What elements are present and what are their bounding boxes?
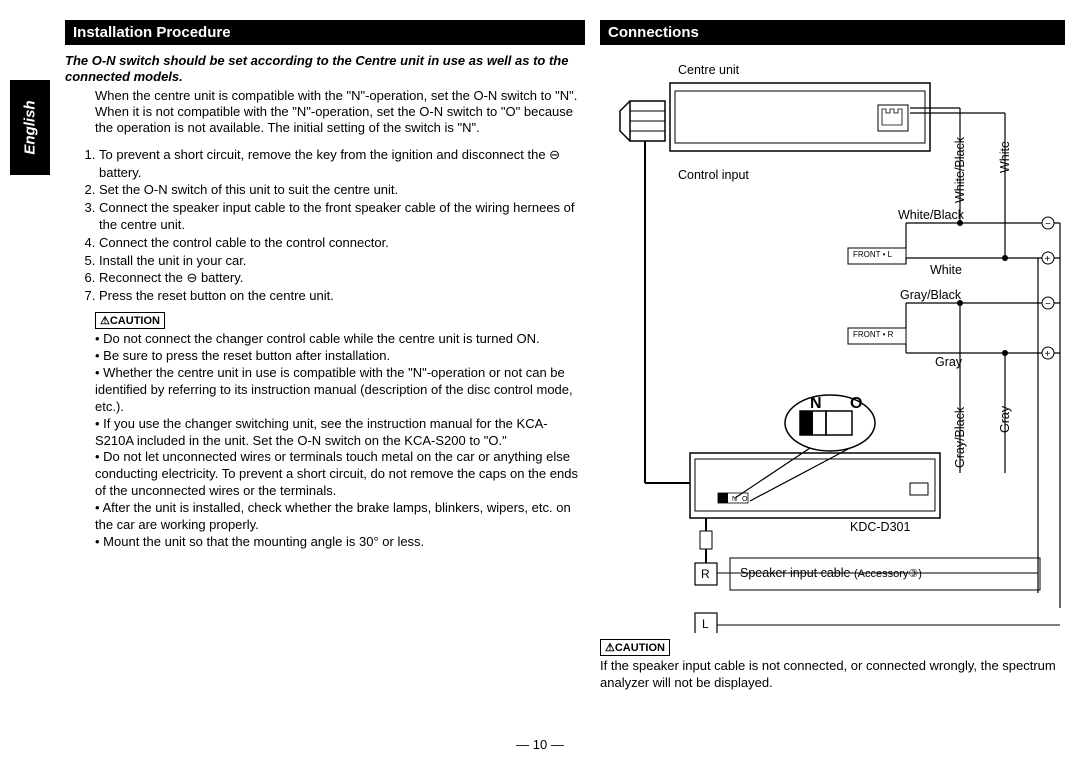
language-tab: English (10, 80, 50, 175)
right-column: Connections (600, 20, 1065, 692)
caution-item: Do not connect the changer control cable… (95, 331, 585, 348)
step-item: Connect the control cable to the control… (99, 234, 585, 252)
label-gb-vert: Gray/Black (953, 407, 967, 468)
svg-text:O: O (742, 496, 748, 503)
label-wb-vert: White/Black (953, 137, 967, 203)
label-gb: Gray/Black (900, 288, 961, 302)
label-white-vert: White (998, 141, 1012, 173)
caution-text-right: If the speaker input cable is not connec… (600, 658, 1065, 692)
caution-item: Mount the unit so that the mounting angl… (95, 534, 585, 551)
step-item: Press the reset button on the centre uni… (99, 287, 585, 305)
caution-label: ⚠CAUTION (95, 312, 165, 329)
svg-text:N: N (810, 395, 822, 412)
intro-desc: When the centre unit is compatible with … (95, 88, 585, 137)
caution-item: Whether the centre unit in use is compat… (95, 365, 585, 416)
connections-header: Connections (600, 20, 1065, 45)
caution-item: Do not let unconnected wires or terminal… (95, 449, 585, 500)
label-white: White (930, 263, 962, 277)
step-item: Reconnect the ⊖ battery. (99, 269, 585, 287)
caution-item: If you use the changer switching unit, s… (95, 416, 585, 450)
step-item: Install the unit in your car. (99, 252, 585, 270)
install-steps: To prevent a short circuit, remove the k… (99, 146, 585, 304)
caution-item: Be sure to press the reset button after … (95, 348, 585, 365)
intro-bold: The O-N switch should be set according t… (65, 53, 585, 86)
svg-text:+: + (1045, 349, 1051, 360)
label-l: L (702, 617, 709, 631)
label-gray-vert: Gray (998, 406, 1012, 433)
label-model: KDC-D301 (850, 520, 910, 534)
page-number: — 10 — (516, 737, 564, 752)
label-speaker-cable: Speaker input cable (Accessory③) (740, 566, 922, 580)
label-r: R (701, 567, 710, 581)
label-centre-unit: Centre unit (678, 63, 739, 77)
label-front-l: FRONT • L (853, 250, 892, 259)
caution-item: After the unit is installed, check wheth… (95, 500, 585, 534)
caution-label-right: ⚠CAUTION (600, 639, 670, 656)
svg-text:−: − (1045, 299, 1051, 310)
step-item: Set the O-N switch of this unit to suit … (99, 181, 585, 199)
install-header: Installation Procedure (65, 20, 585, 45)
wiring-diagram: N O N O (600, 53, 1065, 633)
step-item: To prevent a short circuit, remove the k… (99, 146, 585, 181)
left-column: Installation Procedure The O-N switch sh… (65, 20, 585, 692)
svg-text:O: O (850, 395, 862, 412)
label-gray: Gray (935, 355, 962, 369)
label-front-r: FRONT • R (853, 330, 893, 339)
svg-text:−: − (1045, 219, 1051, 230)
label-control-input: Control input (678, 168, 749, 182)
svg-text:+: + (1045, 254, 1051, 265)
step-item: Connect the speaker input cable to the f… (99, 199, 585, 234)
label-wb: White/Black (898, 208, 964, 222)
caution-list: Do not connect the changer control cable… (95, 331, 585, 551)
